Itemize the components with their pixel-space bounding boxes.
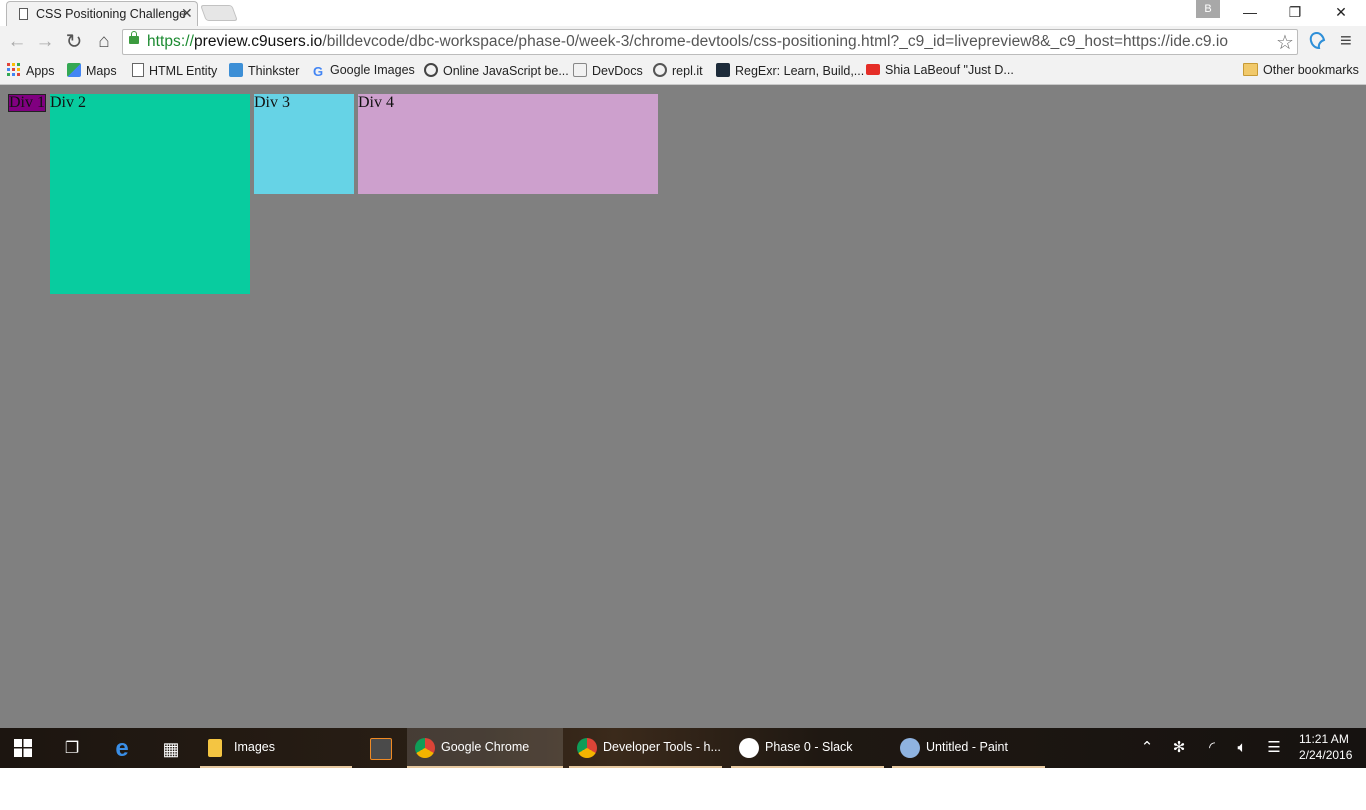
url-text[interactable]: https://preview.c9users.io/billdevcode/d… [147, 33, 1228, 51]
windows-start-icon[interactable] [14, 739, 32, 757]
bookmark-label: Online JavaScript be... [443, 64, 569, 78]
taskbar: ❐ e ▦ Images Google Chrome Developer Too… [0, 728, 1366, 768]
new-tab-button[interactable] [200, 5, 238, 21]
bookmark-label: Maps [86, 64, 117, 78]
taskbar-item-sublime[interactable] [362, 728, 402, 768]
volume-icon[interactable]: 🔈︎ [1232, 738, 1252, 758]
taskbar-item-slack[interactable]: Phase 0 - Slack [731, 728, 884, 768]
notifications-icon[interactable]: ☰ [1264, 738, 1284, 758]
taskbar-label: Untitled - Paint [926, 740, 1008, 754]
taskbar-item-developer-tools[interactable]: Developer Tools - h... [569, 728, 722, 768]
restore-button[interactable]: ❐ [1272, 0, 1318, 24]
title-bar: CSS Positioning Challenge ✕ B — ❐ ✕ [0, 0, 1366, 26]
clock-date[interactable]: 2/24/2016 [1299, 748, 1352, 762]
chrome-icon [415, 738, 435, 758]
bookmark-online-javascript[interactable]: Online JavaScript be... [424, 63, 569, 78]
chrome-icon [577, 738, 597, 758]
taskbar-label: Developer Tools - h... [603, 740, 721, 754]
bookmark-label: HTML Entity [149, 64, 218, 78]
below-taskbar-area [0, 768, 1366, 810]
folder-icon [208, 739, 222, 757]
clock-time[interactable]: 11:21 AM [1299, 732, 1349, 746]
bookmark-label: Google Images [330, 63, 415, 77]
reload-button[interactable]: ↻ [62, 30, 86, 54]
menu-icon[interactable]: ≡ [1340, 30, 1352, 53]
bookmark-google-images[interactable]: G Google Images [311, 63, 415, 79]
bookmark-shia-labeouf[interactable]: Shia LaBeouf "Just D... [866, 63, 1014, 77]
bookmark-label: RegExr: Learn, Build,... [735, 64, 865, 78]
taskbar-label: Phase 0 - Slack [765, 740, 853, 754]
sublime-icon [370, 738, 392, 760]
task-view-icon[interactable]: ❐ [61, 738, 83, 760]
div-4-box: Div 4 [358, 94, 658, 194]
folder-icon [1243, 63, 1258, 76]
div-2-box: Div 2 [50, 94, 250, 294]
forward-button[interactable]: → [33, 30, 57, 54]
lock-icon [129, 31, 139, 44]
google-icon: G [312, 64, 324, 79]
taskbar-label: Images [234, 740, 275, 754]
regexr-icon [716, 63, 730, 77]
bookmark-devdocs[interactable]: DevDocs [573, 63, 643, 78]
bookmark-maps[interactable]: Maps [67, 63, 117, 78]
wifi-icon[interactable]: ◜ [1202, 738, 1222, 758]
bookmarks-bar: Apps Maps HTML Entity Thinkster G Google … [0, 58, 1366, 85]
maps-icon [67, 63, 81, 77]
extension-icon[interactable] [1307, 31, 1327, 51]
replit-icon [653, 63, 667, 77]
taskbar-item-paint[interactable]: Untitled - Paint [892, 728, 1045, 768]
devdocs-icon [573, 63, 587, 77]
url-host: preview.c9users.io [193, 33, 323, 50]
page-viewport: Div 1 Div 2 Div 3 Div 4 [0, 85, 1366, 728]
bookmark-thinkster[interactable]: Thinkster [229, 63, 299, 78]
document-icon [19, 8, 28, 20]
div-3-box: Div 3 [254, 94, 354, 194]
other-bookmarks-label: Other bookmarks [1263, 63, 1359, 77]
calculator-icon[interactable]: ▦ [160, 738, 182, 760]
address-bar[interactable]: https://preview.c9users.io/billdevcode/d… [122, 29, 1298, 55]
div-1-box: Div 1 [8, 94, 46, 112]
bookmark-star-icon[interactable]: ☆ [1276, 30, 1294, 55]
show-hidden-icons-icon[interactable]: ⌃ [1137, 738, 1157, 758]
home-button[interactable]: ⌂ [92, 30, 116, 54]
apps-grid-icon [7, 63, 20, 76]
paint-icon [900, 738, 920, 758]
bookmark-regexr[interactable]: RegExr: Learn, Build,... [716, 63, 864, 78]
page-icon [132, 63, 144, 77]
bookmark-replit[interactable]: repl.it [653, 63, 703, 78]
bookmark-label: Shia LaBeouf "Just D... [885, 63, 1014, 77]
settings-gear-icon[interactable]: ✻ [1169, 738, 1189, 758]
close-window-button[interactable]: ✕ [1318, 0, 1364, 24]
bookmark-label: Thinkster [248, 64, 300, 78]
profile-button[interactable]: B [1196, 0, 1220, 18]
browser-toolbar: ← → ↻ ⌂ https://preview.c9users.io/billd… [0, 26, 1366, 58]
taskbar-label: Google Chrome [441, 740, 530, 754]
tab-title: CSS Positioning Challenge [36, 7, 187, 21]
edge-icon[interactable]: e [111, 737, 133, 761]
bookmark-label: Apps [26, 64, 55, 78]
bookmark-html-entity[interactable]: HTML Entity [132, 63, 217, 78]
taskbar-item-images[interactable]: Images [200, 728, 352, 768]
taskbar-item-google-chrome[interactable]: Google Chrome [407, 728, 563, 768]
youtube-icon [866, 64, 880, 75]
minimize-button[interactable]: — [1227, 0, 1273, 24]
url-path: /billdevcode/dbc-workspace/phase-0/week-… [322, 33, 1229, 50]
slack-icon [739, 738, 759, 758]
url-scheme: https:// [147, 33, 194, 50]
browser-tab[interactable]: CSS Positioning Challenge ✕ [6, 1, 198, 26]
owl-icon [424, 63, 438, 77]
bookmark-label: repl.it [672, 64, 703, 78]
back-button[interactable]: ← [5, 30, 29, 54]
thinkster-icon [229, 63, 243, 77]
other-bookmarks[interactable]: Other bookmarks [1243, 63, 1359, 77]
tab-close-button[interactable]: ✕ [181, 5, 193, 21]
bookmark-label: DevDocs [592, 64, 643, 78]
bookmark-apps[interactable]: Apps [7, 63, 55, 78]
